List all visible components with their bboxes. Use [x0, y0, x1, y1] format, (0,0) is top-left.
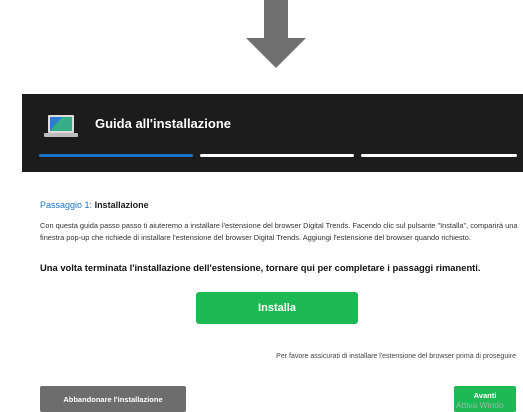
step-number: Passaggio 1:	[40, 200, 93, 210]
completion-instruction: Una volta terminata l'installazione dell…	[40, 262, 481, 273]
step-name: Installazione	[94, 200, 149, 210]
windows-activation-watermark: Attiva Windo	[456, 400, 504, 410]
progress-segment-3	[361, 154, 517, 157]
abandon-installation-button[interactable]: Abbandonare l'installazione	[40, 386, 186, 412]
progress-segment-2	[200, 154, 354, 157]
install-note: Per favore assicurati di installare l'es…	[276, 353, 516, 360]
installation-dialog: Guida all'installazione Passaggio 1: Ins…	[22, 94, 523, 412]
laptop-icon	[44, 115, 78, 137]
down-arrow-icon	[246, 0, 306, 68]
dialog-header: Guida all'installazione	[22, 94, 523, 172]
dialog-title: Guida all'installazione	[95, 116, 232, 131]
step-title: Passaggio 1: Installazione	[40, 200, 149, 210]
install-button[interactable]: Installa	[196, 292, 358, 324]
step-description: Con questa guida passo passo ti aiuterem…	[40, 221, 518, 242]
progress-segment-1	[39, 154, 193, 157]
